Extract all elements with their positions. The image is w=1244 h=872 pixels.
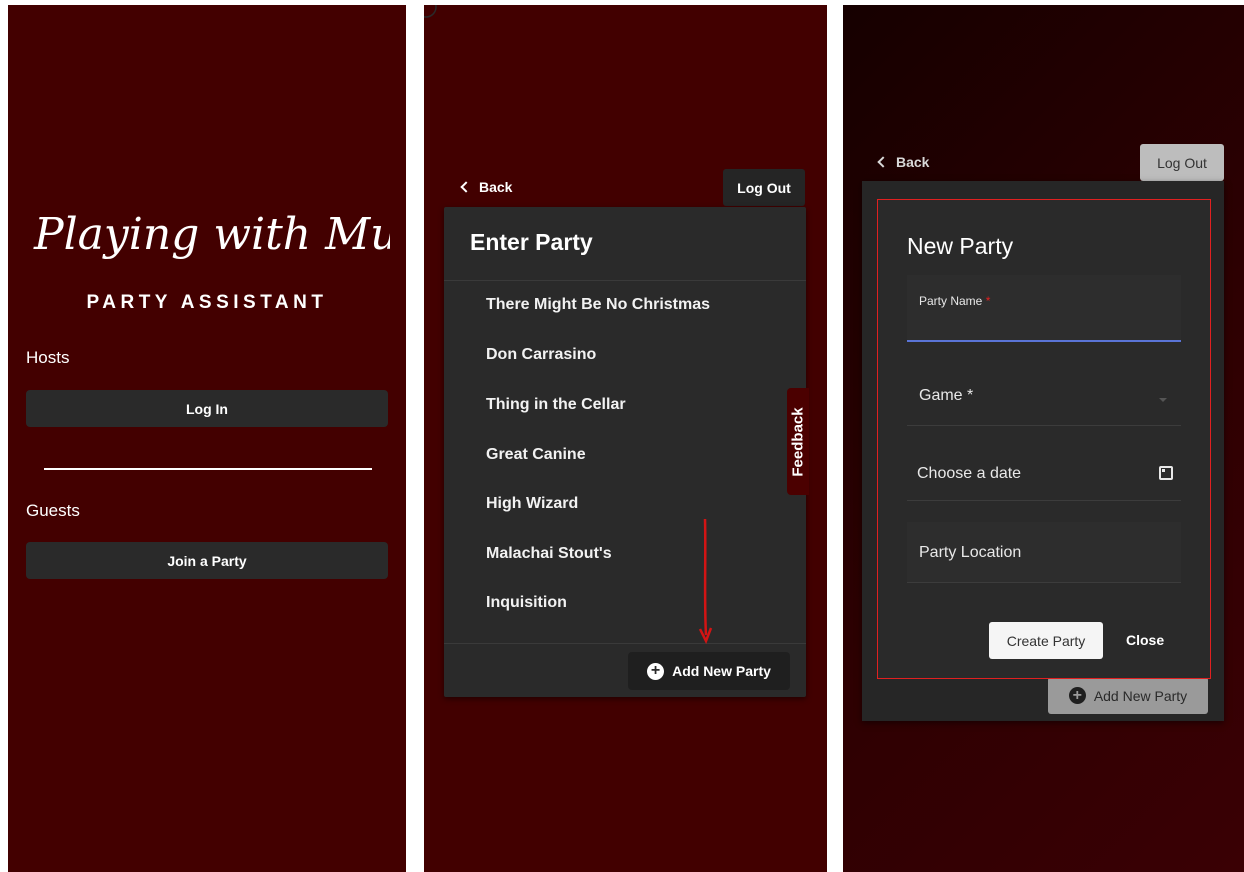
brand-logo: Playing with Murder [33,209,390,260]
card-title: Enter Party [470,229,593,255]
party-list-item[interactable]: High Wizard [486,495,578,513]
close-button[interactable]: Close [1126,632,1164,648]
date-label: Choose a date [917,465,1022,482]
add-party-label: Add New Party [672,663,771,679]
party-list-item[interactable]: Don Carrasino [486,346,596,364]
enter-party-card: Enter Party There Might Be No Christmas … [444,207,806,697]
plus-circle-icon: + [1068,687,1086,704]
party-location-field[interactable]: Party Location [907,522,1181,583]
party-list-item[interactable]: Inquisition [486,594,567,612]
hosts-label: Hosts [26,348,70,367]
back-label: Back [896,154,930,170]
party-list-item[interactable]: Great Canine [486,446,586,464]
calendar-icon[interactable] [1159,466,1173,480]
logo-wordmark: Playing with Murder [33,209,390,260]
create-party-button[interactable]: Create Party [989,622,1103,659]
chevron-left-icon [460,181,472,193]
back-button[interactable]: Back [877,154,930,170]
add-party-label: Add New Party [1093,687,1188,704]
party-list-item[interactable]: Malachai Stout's [486,545,612,563]
location-label: Party Location [919,544,1022,561]
footer-divider [444,643,806,644]
section-divider [44,468,372,470]
logout-button[interactable]: Log Out [723,169,805,206]
back-button[interactable]: Back [460,179,513,195]
login-button[interactable]: Log In [26,390,388,427]
party-list-item[interactable]: There Might Be No Christmas [486,296,710,314]
feedback-label: Feedback [789,406,807,477]
new-party-screen: Back Log Out + Add New Party New Party P… [843,5,1244,872]
dialog-title: New Party [907,233,1014,259]
plus-circle-icon: + [647,662,665,680]
title-divider [444,280,806,281]
feedback-tab[interactable]: Feedback [787,388,809,495]
guests-label: Guests [26,501,80,520]
app-subtitle: PARTY ASSISTANT [86,292,328,313]
logout-button[interactable]: Log Out [1140,144,1224,181]
join-party-button[interactable]: Join a Party [26,542,388,579]
party-name-label: Party Name * [919,294,991,308]
dropdown-caret-icon [1159,398,1167,402]
arrow-down-annotation [698,518,713,645]
party-list-item[interactable]: Thing in the Cellar [486,396,626,414]
add-new-party-button[interactable]: + Add New Party [628,652,790,690]
chevron-left-icon [877,156,889,168]
new-party-dialog: New Party Party Name * Game * Choose a d… [877,199,1211,679]
enter-party-screen: Back Log Out Enter Party There Might Be … [424,5,827,872]
date-picker-field[interactable]: Choose a date [907,445,1181,501]
back-label: Back [479,179,513,195]
login-screen: Playing with Murder PARTY ASSISTANT Host… [8,5,406,872]
corner-circle-icon [424,5,437,18]
game-label: Game * [919,387,974,404]
add-new-party-button[interactable]: + Add New Party [1048,677,1208,714]
game-select[interactable]: Game * [907,368,1181,426]
required-marker: * [985,294,991,308]
party-name-field[interactable]: Party Name * [907,275,1181,342]
